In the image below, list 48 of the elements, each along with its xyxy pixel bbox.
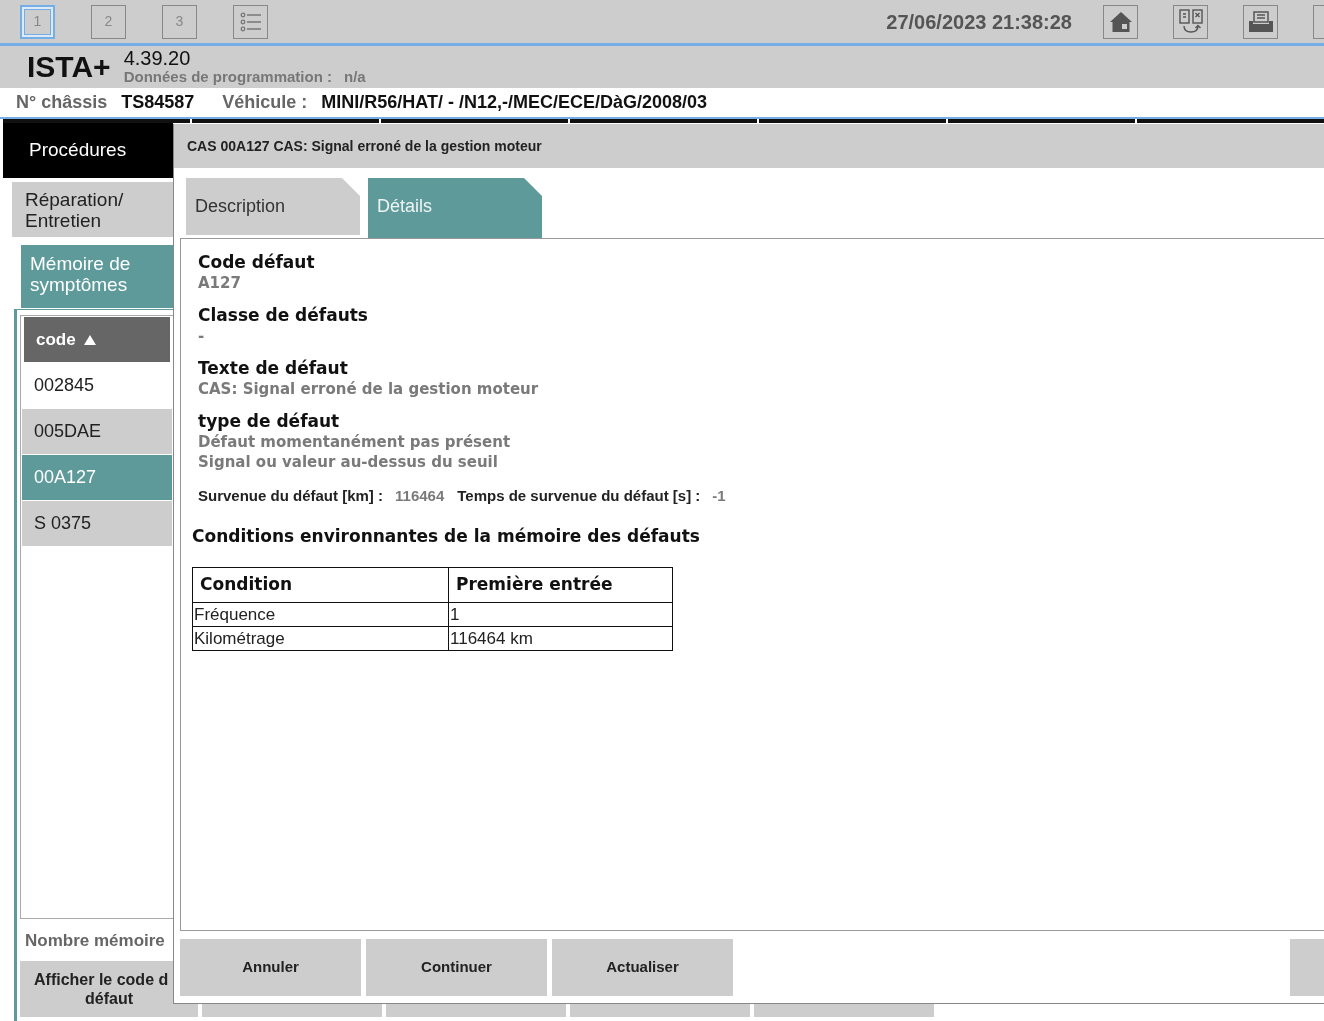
table-cell: 116464 km xyxy=(448,626,673,651)
nav-item[interactable]: Procédures xyxy=(3,123,173,178)
date-time: 27/06/2023 21:38:28 xyxy=(886,9,1072,35)
conditions-heading: Conditions environnantes de la mémoire des défauts xyxy=(192,525,700,547)
code-row[interactable]: 005DAE xyxy=(22,409,172,454)
vehicle-value: MINI/R56/HAT/ - /N12,-/MEC/ECE/DàG/2008/03 xyxy=(321,91,708,114)
occurrence-label: Survenue du défaut [km] : xyxy=(198,486,384,506)
code-row[interactable]: S 0375 xyxy=(22,501,172,546)
occurrence-label: Temps de survenue du défaut [s] : xyxy=(457,486,701,506)
nav-item[interactable]: Réparation/ Entretien xyxy=(12,182,173,237)
chassis-label: N° châssis xyxy=(16,91,108,114)
field-label: type de défaut xyxy=(198,411,340,432)
field-value: - xyxy=(198,326,205,346)
list-button[interactable] xyxy=(233,4,268,39)
field-label: Classe de défauts xyxy=(198,305,368,326)
table-cell: Fréquence xyxy=(192,602,449,627)
dialog-button[interactable]: Continuer xyxy=(366,939,547,996)
vehicle-label: Véhicule : xyxy=(222,91,308,114)
dialog-button[interactable]: Annuler xyxy=(180,939,361,996)
table-header: Première entrée xyxy=(448,567,673,603)
tray-icon xyxy=(1247,10,1274,33)
cards-arrow-icon xyxy=(1177,8,1204,35)
occurrence-value: -1 xyxy=(712,486,726,506)
table-cell: 1 xyxy=(448,602,673,627)
field-value: CAS: Signal erroné de la gestion moteur xyxy=(198,379,539,399)
memory-count-label: Nombre mémoire xyxy=(25,931,165,951)
occurrence-value: 116464 xyxy=(395,486,445,506)
tray-button[interactable] xyxy=(1243,4,1278,39)
home-button[interactable] xyxy=(1103,4,1138,39)
dialog-tab[interactable]: Description xyxy=(186,178,360,235)
app-name: ISTA+ xyxy=(27,51,111,83)
programming-label: Données de programmation : xyxy=(123,68,332,86)
home-icon xyxy=(1108,10,1133,33)
chassis-number: TS84587 xyxy=(121,91,195,114)
dialog-title: CAS 00A127 CAS: Signal erroné de la gestion moteur xyxy=(174,124,1324,168)
column-header[interactable]: code xyxy=(24,317,170,362)
table-cell: Kilométrage xyxy=(192,626,449,651)
field-label: Code défaut xyxy=(198,252,315,273)
dialog-button[interactable]: Actualiser xyxy=(552,939,733,996)
programming-value: n/a xyxy=(344,68,366,86)
field-value: Défaut momentanément pas présent xyxy=(198,432,511,452)
app-version: 4.39.20 xyxy=(123,48,192,68)
field-value: A127 xyxy=(198,273,241,293)
cards-button[interactable] xyxy=(1173,4,1208,39)
field-label: Texte de défaut xyxy=(198,358,348,379)
field-value: Signal ou valeur au-dessus du seuil xyxy=(198,452,498,472)
table-header: Condition xyxy=(192,567,449,603)
toolbar-button[interactable] xyxy=(1313,4,1324,39)
